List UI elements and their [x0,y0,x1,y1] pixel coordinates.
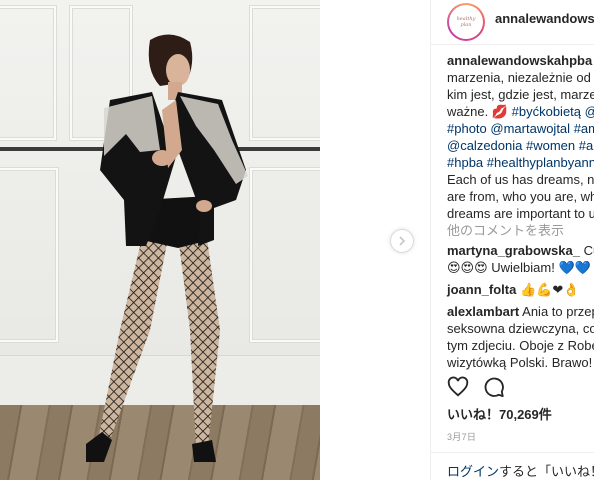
caption-line: are from, who you are, wh [447,189,594,204]
comment-username[interactable]: alexlambart [447,304,519,319]
post-header: healthyplan annalewandows... [431,0,594,45]
mention-link[interactable]: @ [585,104,594,119]
comment-text: Ania to przep [519,304,594,319]
caption-username[interactable]: annalewandowskahpba [447,53,592,68]
post-caption: annalewandowskahpba K marzenia, niezależ… [447,52,594,222]
comment-text: seksowna dziewczyna, co [447,321,594,336]
login-link[interactable]: ログイン [447,464,499,479]
load-more-comments-link[interactable]: 他のコメントを表示 [447,220,564,239]
comment-text: 👍💪❤👌 [516,282,580,297]
hashtag-link[interactable]: #am [574,121,594,136]
comment-text: Cu [583,243,594,258]
comment-icon [484,377,504,398]
avatar-image: healthy plan [449,5,483,39]
comment: joann_folta 👍💪❤👌 [447,281,579,298]
avatar-logo: healthy plan [456,16,476,28]
post-details-panel: healthyplan annalewandows... annalewando… [430,0,594,480]
post-image[interactable] [0,0,320,480]
hashtag-link[interactable]: #an [579,138,594,153]
comment-text: tym zdjeciu. Oboje z Robe [447,338,594,353]
comment-username[interactable]: joann_folta [447,282,516,297]
mention-link[interactable]: @martawojtal [490,121,570,136]
hashtag-link[interactable]: #photo [447,121,487,136]
model-figure [86,34,248,462]
lips-emoji: 💋 [491,104,509,119]
comment-button[interactable] [481,374,507,400]
like-button[interactable] [445,374,471,400]
hashtag-link[interactable]: #byćkobietą [512,104,581,119]
comment: alexlambart Ania to przep seksowna dziew… [447,303,594,371]
caption-line: ważne. [447,104,489,119]
caption-line: kim jest, gdzie jest, marze [447,87,594,102]
post-date[interactable]: 3月7日 [447,430,476,443]
hashtag-link[interactable]: #hpba [447,155,483,170]
caption-line: marzenia, niezależnie od t [447,70,594,85]
post-author-username[interactable]: annalewandows... [495,11,594,26]
comment-text: 😍😍😍 Uwielbiam! 💙💙 [447,260,591,275]
chevron-right-icon [399,236,406,246]
login-prompt-text: すると「いいね！」 [499,464,594,479]
login-prompt: ログインすると「いいね！」 [431,452,594,480]
hashtag-link[interactable]: #healthyplanbyann [487,155,594,170]
post-actions [431,368,594,408]
avatar[interactable]: healthy plan [447,3,485,41]
hashtag-link[interactable]: #women [526,138,575,153]
mention-link[interactable]: @calzedonia [447,138,522,153]
like-count[interactable]: いいね！70,269件 [447,404,552,423]
comment-username[interactable]: martyna_grabowska_ [447,243,580,258]
heart-icon [447,376,469,397]
next-photo-button[interactable] [390,229,414,253]
comment: martyna_grabowska_ Cu 😍😍😍 Uwielbiam! 💙💙 [447,242,594,276]
caption-line: Each of us has dreams, no [447,172,594,187]
